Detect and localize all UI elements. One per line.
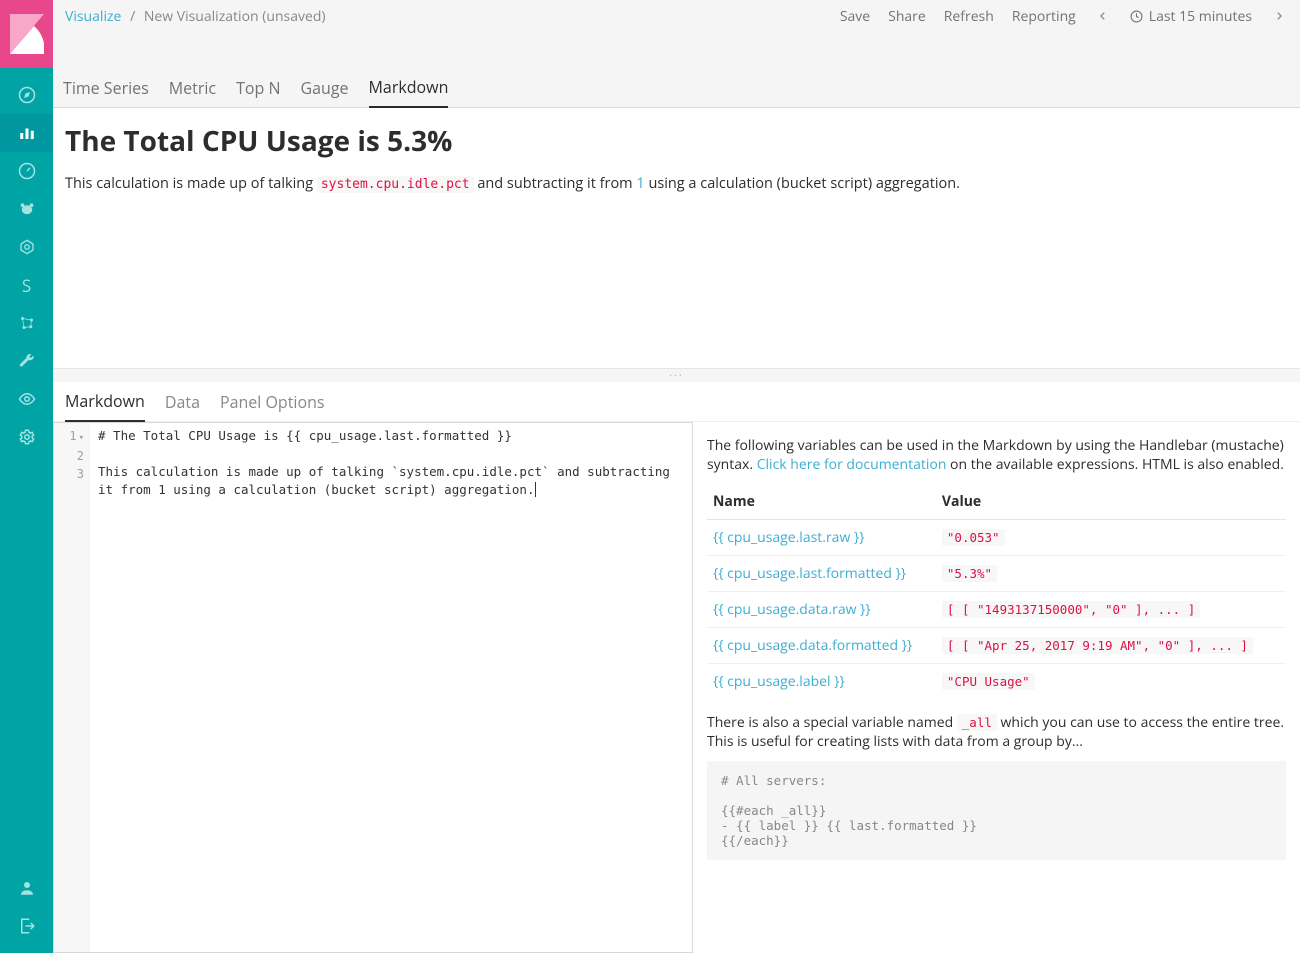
preview-paragraph: This calculation is made up of talking s… [65,174,1288,193]
preview-code-inline: system.cpu.idle.pct [317,176,474,193]
tab-gauge[interactable]: Gauge [301,69,349,107]
breadcrumb-current: New Visualization (unsaved) [144,7,326,26]
wrench-icon [18,352,36,370]
nav-timelion[interactable] [0,190,53,228]
var-link[interactable]: {{ cpu_usage.data.formatted }} [713,636,912,655]
nav-user[interactable] [0,869,53,907]
timelion-icon [18,200,36,218]
breadcrumb-root[interactable]: Visualize [65,7,121,26]
text-cursor [535,482,536,497]
kibana-logo[interactable] [0,0,53,68]
table-row: {{ cpu_usage.label }} "CPU Usage" [707,664,1286,700]
nav-dashboard[interactable] [0,152,53,190]
nav-s[interactable]: S [0,266,53,304]
time-label: Last 15 minutes [1149,7,1252,26]
refresh-button[interactable]: Refresh [944,7,994,26]
example-code-block: # All servers: {{#each _all}} - {{ label… [707,761,1286,860]
graph-icon [18,314,36,332]
var-value: [ [ "1493137150000", "0" ], ... ] [942,601,1200,618]
nav-devtools[interactable] [0,342,53,380]
tab-top-n[interactable]: Top N [236,69,280,107]
editor-tab-panel-options[interactable]: Panel Options [220,383,325,421]
preview-number-link[interactable]: 1 [636,174,644,193]
gauge-icon [18,162,36,180]
var-value: [ [ "Apr 25, 2017 9:19 AM", "0" ], ... ] [942,637,1253,654]
var-value: "0.053" [942,529,1005,546]
markdown-preview: The Total CPU Usage is 5.3% This calcula… [53,108,1300,368]
nav-discover[interactable] [0,76,53,114]
variables-table: Name Value {{ cpu_usage.last.raw }} "0.05… [707,484,1286,699]
time-prev[interactable] [1094,7,1112,26]
editor-tab-markdown[interactable]: Markdown [65,382,145,422]
help-intro: The following variables can be used in t… [707,436,1286,474]
save-button[interactable]: Save [840,7,870,26]
markdown-editor[interactable]: 1 2 3 # The Total CPU Usage is {{ cpu_us… [53,422,692,953]
time-next[interactable] [1270,7,1288,26]
chevron-right-icon [1274,11,1284,21]
s-icon: S [22,274,31,297]
table-row: {{ cpu_usage.data.formatted }} [ [ "Apr 2… [707,628,1286,664]
th-value: Value [936,484,1286,520]
tab-time-series[interactable]: Time Series [63,69,149,107]
kibana-logo-icon [10,14,44,54]
table-row: {{ cpu_usage.last.raw }} "0.053" [707,520,1286,556]
var-link[interactable]: {{ cpu_usage.data.raw }} [713,600,871,619]
help-special: There is also a special variable named _… [707,713,1286,751]
hex-gear-icon [18,238,36,256]
var-link[interactable]: {{ cpu_usage.last.raw }} [713,528,864,547]
documentation-link[interactable]: Click here for documentation [757,455,947,474]
vis-type-tabs: Time Series Metric Top N Gauge Markdown [53,68,1300,108]
editor-tab-data[interactable]: Data [165,383,200,421]
editor-gutter: 1 2 3 [54,423,90,952]
user-icon [18,879,36,897]
time-picker[interactable]: Last 15 minutes [1130,7,1252,26]
eye-icon [18,390,36,408]
clock-icon [1130,10,1143,23]
gear-icon [18,428,36,446]
table-row: {{ cpu_usage.last.formatted }} "5.3%" [707,556,1286,592]
variables-help-pane: The following variables can be used in t… [692,422,1300,953]
share-button[interactable]: Share [888,7,926,26]
topbar: Visualize / New Visualization (unsaved) … [53,0,1300,32]
editor-content[interactable]: # The Total CPU Usage is {{ cpu_usage.la… [90,423,692,952]
th-name: Name [707,484,936,520]
logout-icon [18,917,36,935]
nav-monitoring[interactable] [0,380,53,418]
pane-splitter[interactable]: ··· [53,368,1300,382]
compass-icon [18,86,36,104]
tab-metric[interactable]: Metric [169,69,216,107]
var-link[interactable]: {{ cpu_usage.last.formatted }} [713,564,906,583]
breadcrumb: Visualize / New Visualization (unsaved) [65,7,326,26]
nav-logout[interactable] [0,907,53,945]
nav-management[interactable] [0,418,53,456]
nav-visualize[interactable] [0,114,53,152]
reporting-button[interactable]: Reporting [1012,7,1076,26]
preview-heading: The Total CPU Usage is 5.3% [65,122,1288,160]
nav-apm[interactable] [0,228,53,266]
var-value: "5.3%" [942,565,997,582]
table-row: {{ cpu_usage.data.raw }} [ [ "14931371500… [707,592,1286,628]
breadcrumb-sep: / [130,7,135,26]
special-var-code: _all [957,714,997,731]
var-value: "CPU Usage" [942,673,1035,690]
tab-markdown[interactable]: Markdown [369,68,449,108]
var-link[interactable]: {{ cpu_usage.label }} [713,672,845,691]
bar-chart-icon [18,124,36,142]
chevron-left-icon [1098,11,1108,21]
nav-graph[interactable] [0,304,53,342]
editor-tabs: Markdown Data Panel Options [53,382,1300,422]
app-sidebar: S [0,0,53,953]
